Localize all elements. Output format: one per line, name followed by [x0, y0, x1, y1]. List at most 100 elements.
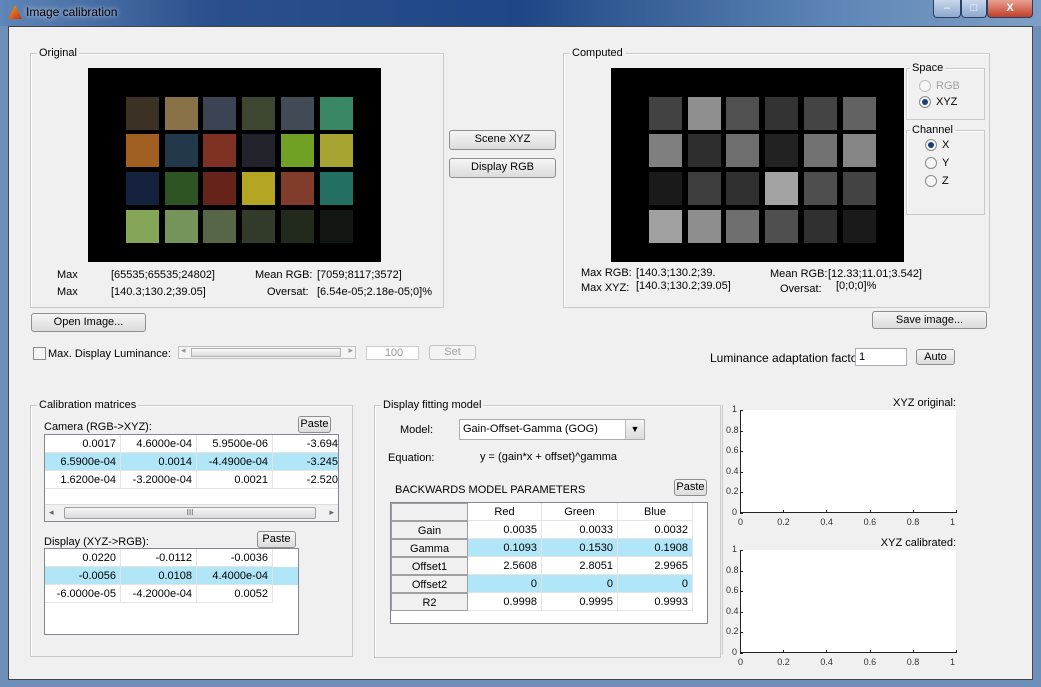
table-cell[interactable]: 0.1093: [468, 539, 542, 557]
save-image-button[interactable]: Save image...: [872, 311, 987, 329]
column-header: Red: [468, 503, 542, 521]
display-paste-button[interactable]: Paste: [257, 531, 296, 548]
row-header: Gamma: [391, 539, 468, 557]
slider-thumb[interactable]: [191, 348, 341, 357]
table-cell[interactable]: 5.9500e-06: [197, 435, 273, 453]
table-cell[interactable]: 2.8051: [542, 557, 618, 575]
table-row[interactable]: R2 0.9998 0.9995 0.9993: [391, 593, 693, 611]
table-cell[interactable]: 2.5608: [468, 557, 542, 575]
table-cell[interactable]: 0.0220: [45, 549, 121, 567]
table-cell[interactable]: 0.1908: [618, 539, 693, 557]
slider-left-arrow-icon[interactable]: ◂: [181, 345, 186, 356]
model-dropdown[interactable]: Gain-Offset-Gamma (GOG) ▼: [459, 419, 645, 440]
table-cell[interactable]: 0.0017: [45, 435, 121, 453]
display-matrix-table[interactable]: 0.0220 -0.0112 -0.0036 -0.0056 0.0108 4.4000e…: [44, 548, 299, 635]
color-patch: [242, 172, 275, 205]
table-cell[interactable]: -0.0112: [121, 549, 197, 567]
minimize-button[interactable]: –: [933, 0, 961, 18]
table-cell[interactable]: 0.0108: [121, 567, 197, 585]
auto-button[interactable]: Auto: [916, 349, 955, 365]
scene-xyz-button[interactable]: Scene XYZ: [449, 130, 556, 150]
table-cell[interactable]: 0.0021: [197, 471, 273, 489]
table-cell[interactable]: -3.2000e-04: [121, 471, 197, 489]
table-row[interactable]: 1.6200e-04 -3.2000e-04 0.0021 -2.520: [45, 471, 338, 489]
x-tick-label: 0: [738, 657, 744, 667]
open-image-button[interactable]: Open Image...: [31, 313, 146, 332]
luminance-slider[interactable]: ◂ ▸: [178, 345, 356, 359]
scroll-right-icon[interactable]: ▸: [329, 507, 334, 518]
table-cell[interactable]: -3.245: [273, 453, 338, 471]
table-cell[interactable]: -3.694: [273, 435, 338, 453]
original-legend: Original: [37, 47, 79, 59]
table-row[interactable]: 6.5900e-04 0.0014 -4.4900e-04 -3.245: [45, 453, 338, 471]
params-paste-button[interactable]: Paste: [674, 479, 707, 496]
max-raw-value: [65535;65535;24802]: [111, 269, 215, 281]
table-cell[interactable]: 0.9998: [468, 593, 542, 611]
table-cell[interactable]: -4.2000e-04: [121, 585, 197, 603]
camera-paste-button[interactable]: Paste: [298, 416, 331, 433]
table-cell[interactable]: 4.4000e-04: [197, 567, 273, 585]
max-luminance-label: Max. Display Luminance:: [48, 348, 171, 360]
channel-x-radio[interactable]: [925, 139, 937, 151]
table-cell[interactable]: 0.0035: [468, 521, 542, 539]
params-table[interactable]: Red Green Blue Gain 0.0035 0.0033 0.0032 Gamma 0…: [390, 502, 708, 624]
scroll-left-icon[interactable]: ◂: [49, 507, 54, 518]
channel-y-radio[interactable]: [925, 157, 937, 169]
table-cell[interactable]: 4.6000e-04: [121, 435, 197, 453]
table-cell[interactable]: 0.0032: [618, 521, 693, 539]
table-cell[interactable]: 0: [618, 575, 693, 593]
row-header: Offset1: [391, 557, 468, 575]
table-row[interactable]: Gamma 0.1093 0.1530 0.1908: [391, 539, 693, 557]
x-tick-label: 0: [738, 517, 744, 527]
title-bar[interactable]: [0, 0, 1041, 26]
table-cell[interactable]: 0: [542, 575, 618, 593]
table-cell[interactable]: 0.0033: [542, 521, 618, 539]
display-rgb-button[interactable]: Display RGB: [449, 158, 556, 178]
color-patch: [804, 134, 837, 167]
color-patch: [281, 210, 314, 243]
table-cell[interactable]: 0.9995: [542, 593, 618, 611]
table-cell[interactable]: 6.5900e-04: [45, 453, 121, 471]
camera-matrix-table[interactable]: ◂ III ▸ 0.0017 4.6000e-04 5.9500e-06 -3.694…: [44, 434, 339, 522]
space-rgb-radio[interactable]: [919, 80, 931, 92]
table-cell[interactable]: 0.0052: [197, 585, 273, 603]
chevron-down-icon[interactable]: ▼: [625, 420, 644, 439]
max-luminance-input[interactable]: 100: [366, 346, 419, 360]
table-cell[interactable]: -0.0036: [197, 549, 273, 567]
table-row[interactable]: 0.0220 -0.0112 -0.0036: [45, 549, 298, 567]
table-cell[interactable]: 0.0014: [121, 453, 197, 471]
table-cell[interactable]: -4.4900e-04: [197, 453, 273, 471]
table-row[interactable]: Gain 0.0035 0.0033 0.0032: [391, 521, 693, 539]
set-button[interactable]: Set: [429, 345, 476, 360]
scroll-thumb[interactable]: III: [64, 507, 316, 519]
table-cell[interactable]: -2.520: [273, 471, 338, 489]
close-button[interactable]: X: [987, 0, 1033, 18]
table-row[interactable]: Offset1 2.5608 2.8051 2.9965: [391, 557, 693, 575]
mean-rgb-label: Mean RGB:: [770, 268, 828, 280]
horizontal-scrollbar[interactable]: ◂ III ▸: [45, 504, 338, 521]
table-row[interactable]: 0.0017 4.6000e-04 5.9500e-06 -3.694: [45, 435, 338, 453]
slider-right-arrow-icon[interactable]: ▸: [348, 345, 353, 356]
window-title: Image calibration: [26, 5, 118, 19]
table-row[interactable]: Offset2 0 0 0: [391, 575, 693, 593]
table-cell[interactable]: 0.1530: [542, 539, 618, 557]
channel-z-radio[interactable]: [925, 175, 937, 187]
table-cell[interactable]: 2.9965: [618, 557, 693, 575]
x-tick-mark: [783, 650, 785, 653]
table-cell[interactable]: 0.9993: [618, 593, 693, 611]
luminance-adaptation-input[interactable]: 1: [855, 348, 907, 366]
space-xyz-radio[interactable]: [919, 96, 931, 108]
y-tick-mark: [740, 430, 743, 432]
max-luminance-checkbox[interactable]: [33, 347, 46, 360]
table-row[interactable]: -0.0056 0.0108 4.4000e-04: [45, 567, 298, 585]
table-cell[interactable]: 0: [468, 575, 542, 593]
table-header-row: Red Green Blue: [391, 503, 707, 521]
maximize-button[interactable]: □: [961, 0, 987, 18]
table-cell[interactable]: -6.0000e-05: [45, 585, 121, 603]
table-cell[interactable]: 1.6200e-04: [45, 471, 121, 489]
y-tick-label: 0.4: [726, 605, 739, 616]
color-patch: [203, 172, 236, 205]
y-tick-mark: [740, 410, 743, 411]
table-cell[interactable]: -0.0056: [45, 567, 121, 585]
table-row[interactable]: -6.0000e-05 -4.2000e-04 0.0052: [45, 585, 298, 603]
